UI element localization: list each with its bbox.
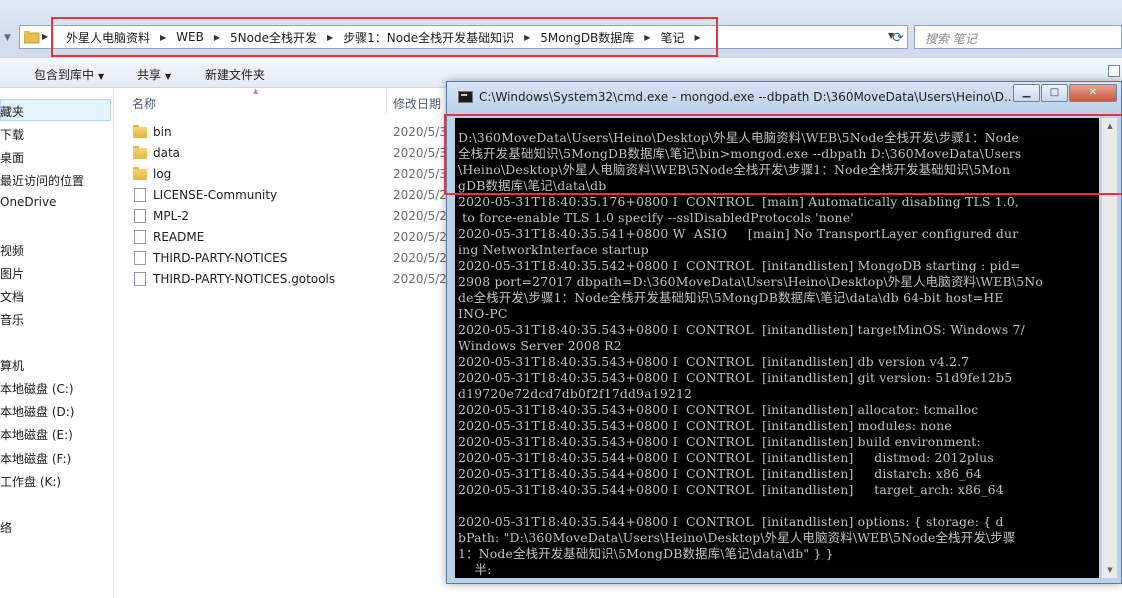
cmd-line: 2020-05-31T18:40:35.543+0800 I CONTROL [… [458,434,981,449]
cmd-line: bPath: "D:\360MoveData\Users\Heino\Deskt… [458,530,1016,545]
nav-item[interactable]: 工作盘 (K:) [0,473,61,490]
cmd-line: Windows Server 2008 R2 [458,338,622,353]
cmd-line: d19720e72dcd7db0f2f17dd9a19212 [458,386,693,401]
file-name: THIRD-PARTY-NOTICES.gotools [153,272,336,286]
navigation-pane: 藏夹下载桌面最近访问的位置 OneDrive 视频图片文档音乐算机本地磁盘 (C:)… [0,89,114,598]
file-date: 2020/5/2 [393,188,447,202]
cmd-line: 半: [458,562,492,577]
file-name: log [153,167,172,181]
file-icon [132,271,148,287]
command-highlight-box [444,114,1122,195]
cmd-line: 2020-05-31T18:40:35.541+0800 W ASIO [mai… [458,226,1019,241]
file-date: 2020/5/2 [393,209,447,223]
file-name: THIRD-PARTY-NOTICES [153,251,288,265]
nav-item[interactable]: 文档 [0,288,24,305]
cmd-output: D:\360MoveData\Users\Heino\Desktop\外星人电脑… [458,130,1098,578]
view-options-icon[interactable] [1108,65,1120,77]
column-header-name[interactable]: 名称 [132,95,156,121]
scroll-down-icon[interactable]: ▼ [1102,562,1118,578]
cmd-line: 2020-05-31T18:40:35.543+0800 I CONTROL [… [458,402,979,417]
nav-item[interactable]: 本地磁盘 (D:) [0,403,74,420]
cmd-line: 2020-05-31T18:40:35.543+0800 I CONTROL [… [458,354,970,369]
file-name: MPL-2 [153,209,190,223]
column-divider[interactable] [386,90,387,114]
file-icon [132,229,148,245]
address-highlight-box [51,17,718,57]
search-input[interactable]: 搜索 笔记 [914,25,1122,49]
cmd-line: de全栈开发\步骤1：Node全栈开发基础知识\5MongDB数据库\笔记\da… [458,290,1004,305]
folder-icon [24,31,40,44]
file-date: 2020/5/3 [393,167,447,181]
cmd-line: 2020-05-31T18:40:35.544+0800 I CONTROL [… [458,514,1004,529]
close-button[interactable]: ✕ [1069,84,1117,102]
nav-item[interactable]: 本地磁盘 (F:) [0,450,71,467]
nav-item[interactable]: 桌面 [0,149,24,166]
back-dropdown-icon[interactable]: ▼ [4,33,16,43]
cmd-line: 2020-05-31T18:40:35.544+0800 I CONTROL [… [458,466,982,481]
nav-item[interactable]: 算机 [0,357,24,374]
cmd-line: 2020-05-31T18:40:35.543+0800 I CONTROL [… [458,322,1026,337]
file-icon [132,187,148,203]
cmd-line [458,498,1098,514]
file-name: bin [153,125,172,139]
include-in-library-label: 包含到库中 [34,68,95,82]
cmd-line: 2020-05-31T18:40:35.542+0800 I CONTROL [… [458,258,1021,273]
share-button[interactable]: 共享 ▼ [137,66,171,83]
cmd-line: 2020-05-31T18:40:35.543+0800 I CONTROL [… [458,370,1013,385]
nav-item[interactable]: 音乐 [0,311,24,328]
nav-item[interactable]: 下载 [0,126,24,143]
file-name: data [153,146,181,160]
file-date: 2020/5/2 [393,230,447,244]
cmd-line: 2020-05-31T18:40:35.543+0800 I CONTROL [… [458,418,952,433]
minimize-button[interactable]: ▁ [1013,84,1040,102]
folder-icon [132,124,148,140]
sort-ascending-icon: ▲ [253,87,259,95]
file-date: 2020/5/2 [393,272,447,286]
chevron-down-icon: ▼ [165,72,172,81]
nav-item[interactable]: 藏夹 [0,103,24,120]
refresh-icon[interactable]: ⟳ [887,28,909,48]
cmd-line: 2908 port=27017 dbpath=D:\360MoveData\Us… [458,274,1044,289]
cmd-app-icon [458,91,473,103]
crumb-root-sep-icon[interactable]: ▶ [42,32,48,41]
file-date: 2020/5/3 [393,125,447,139]
file-name: README [153,230,205,244]
cmd-title-bar[interactable]: C:\Windows\System32\cmd.exe - mongod.exe… [447,82,1121,112]
cmd-line: ing NetworkInterface startup [458,242,649,257]
file-icon [132,250,148,266]
file-date: 2020/5/3 [393,146,447,160]
folder-icon [132,145,148,161]
cmd-line: 1：Node全栈开发基础知识\5MongDB数据库\笔记\data\db" } … [458,546,834,561]
cmd-title: C:\Windows\System32\cmd.exe - mongod.exe… [479,90,1016,104]
cmd-line: INO-PC [458,306,508,321]
cmd-line: 2020-05-31T18:40:35.544+0800 I CONTROL [… [458,450,994,465]
file-icon [132,208,148,224]
file-name: LICENSE-Community [153,188,278,202]
cmd-line: 2020-05-31T18:40:35.176+0800 I CONTROL [… [458,194,1020,209]
maximize-button[interactable]: □ [1041,84,1068,102]
folder-icon [132,166,148,182]
nav-item[interactable]: 最近访问的位置 [0,172,84,189]
nav-item[interactable]: 视频 [0,242,24,259]
nav-item[interactable]: 本地磁盘 (E:) [0,426,73,443]
nav-item[interactable]: 络 [0,519,12,536]
chevron-down-icon: ▼ [98,72,105,81]
include-in-library-button[interactable]: 包含到库中 ▼ [34,66,104,83]
file-date: 2020/5/2 [393,251,447,265]
nav-item[interactable]: 图片 [0,265,24,282]
column-header-modified[interactable]: 修改日期 [393,95,441,121]
new-folder-button[interactable]: 新建文件夹 [205,66,265,83]
cmd-line: to force-enable TLS 1.0 specify --sslDis… [458,210,854,225]
nav-item[interactable]: OneDrive [0,195,56,209]
cmd-line: 2020-05-31T18:40:35.544+0800 I CONTROL [… [458,482,1004,497]
share-label: 共享 [137,68,162,82]
search-placeholder: 搜索 笔记 [925,32,977,46]
nav-item[interactable]: 本地磁盘 (C:) [0,380,74,397]
